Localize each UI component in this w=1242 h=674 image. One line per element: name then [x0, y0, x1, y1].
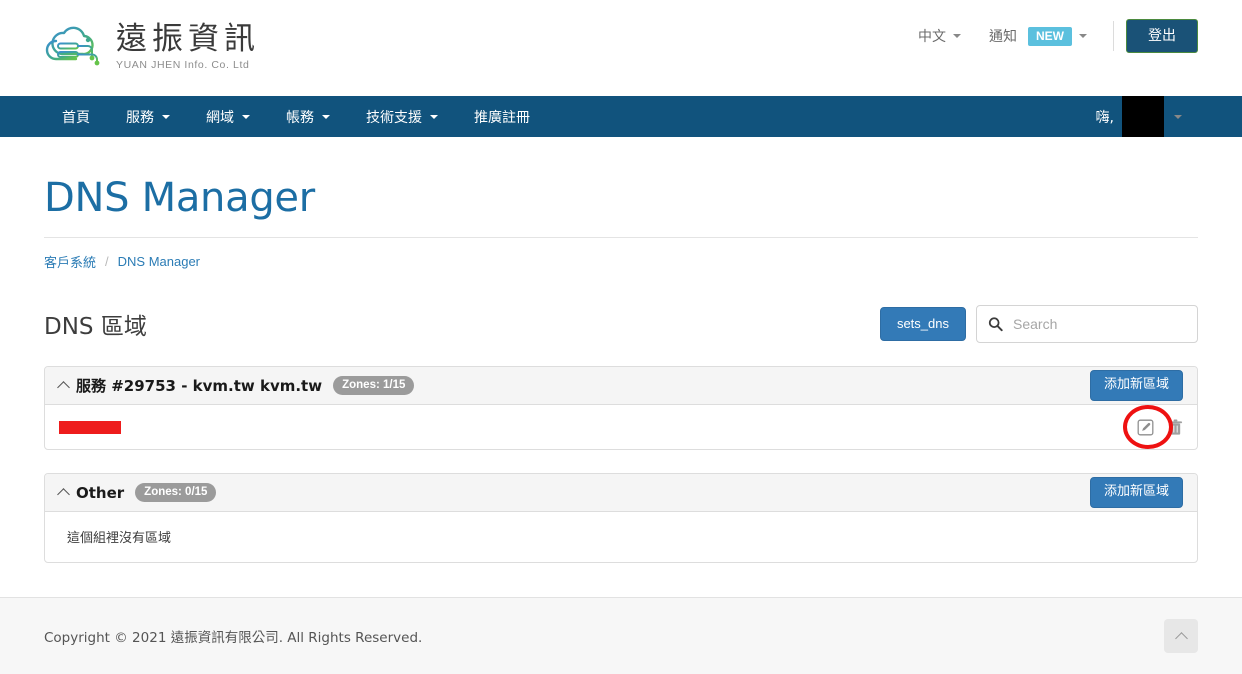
zone-group-panel: 服務 #29753 - kvm.tw kvm.tw Zones: 1/15 添加…	[44, 366, 1198, 450]
panel-header: 服務 #29753 - kvm.tw kvm.tw Zones: 1/15 添加…	[45, 367, 1197, 405]
chevron-up-icon	[57, 381, 70, 394]
notification-label: 通知	[989, 28, 1017, 44]
zone-row	[45, 405, 1197, 449]
nav-item-billing[interactable]: 帳務	[268, 96, 348, 137]
edit-zone-button[interactable]	[1137, 419, 1154, 436]
brand-name-cn: 遠振資訊	[116, 20, 260, 57]
breadcrumb-item-customer-system[interactable]: 客戶系統	[44, 252, 96, 271]
new-badge: NEW	[1028, 26, 1072, 46]
nav-label: 網域	[206, 109, 234, 126]
brand-logo-block[interactable]: 遠振資訊 YUAN JHEN Info. Co. Ltd	[44, 20, 260, 72]
delete-zone-button[interactable]	[1168, 418, 1183, 436]
username-redaction	[1122, 96, 1164, 137]
back-to-top-button[interactable]	[1164, 619, 1198, 653]
breadcrumb-separator: /	[105, 254, 109, 269]
language-selector[interactable]: 中文	[904, 26, 975, 46]
chevron-down-icon	[953, 34, 961, 38]
add-zone-button[interactable]: 添加新區域	[1089, 370, 1183, 401]
section-toolbar: sets_dns	[879, 305, 1198, 343]
navbar-items: 首頁 服務 網域 帳務 技術支援 推廣註冊	[44, 96, 548, 137]
nav-label: 推廣註冊	[474, 109, 530, 126]
site-footer: Copyright © 2021 遠振資訊有限公司. All Rights Re…	[0, 597, 1242, 674]
header-utility-nav: 中文 通知 NEW 登出	[904, 17, 1198, 55]
zone-count-badge: Zones: 1/15	[333, 375, 415, 396]
nav-item-support[interactable]: 技術支援	[348, 96, 456, 137]
nav-label: 首頁	[62, 109, 90, 126]
breadcrumb-item-dns-manager[interactable]: DNS Manager	[118, 254, 200, 269]
nav-item-home[interactable]: 首頁	[44, 96, 108, 137]
chevron-down-icon	[322, 114, 330, 119]
chevron-down-icon	[430, 114, 438, 119]
search-input[interactable]	[976, 305, 1198, 343]
panel-body: 這個組裡沒有區域	[45, 512, 1197, 562]
notifications-menu[interactable]: 通知 NEW	[975, 26, 1101, 46]
section-title: DNS 區域	[44, 314, 147, 340]
copyright-text: Copyright © 2021 遠振資訊有限公司. All Rights Re…	[44, 630, 423, 646]
chevron-up-icon	[57, 488, 70, 501]
add-zone-button[interactable]: 添加新區域	[1089, 477, 1183, 508]
panel-title: 服務 #29753 - kvm.tw kvm.tw	[76, 377, 323, 395]
language-label: 中文	[918, 28, 946, 44]
dns-zones-section-header: DNS 區域 sets_dns	[44, 305, 1198, 343]
user-greeting: 嗨,	[1095, 109, 1114, 126]
nav-item-services[interactable]: 服務	[108, 96, 188, 137]
brand-name-en: YUAN JHEN Info. Co. Ltd	[116, 58, 250, 71]
panel-body	[45, 405, 1197, 449]
sets-dns-button[interactable]: sets_dns	[879, 306, 966, 342]
site-header: 遠振資訊 YUAN JHEN Info. Co. Ltd 中文 通知 NEW 登…	[0, 0, 1242, 96]
chevron-up-icon	[1174, 631, 1188, 645]
page-title: DNS Manager	[44, 175, 315, 221]
header-divider	[1113, 21, 1114, 51]
chevron-down-icon	[1079, 34, 1087, 38]
main-navbar: 首頁 服務 網域 帳務 技術支援 推廣註冊 嗨,	[0, 96, 1242, 137]
zone-name-redaction[interactable]	[59, 420, 121, 434]
nav-label: 帳務	[286, 109, 314, 126]
trash-icon	[1168, 418, 1183, 435]
chevron-down-icon	[242, 114, 250, 119]
nav-item-affiliate[interactable]: 推廣註冊	[456, 96, 548, 137]
nav-item-domains[interactable]: 網域	[188, 96, 268, 137]
dns-manager-page: 遠振資訊 YUAN JHEN Info. Co. Ltd 中文 通知 NEW 登…	[0, 0, 1242, 674]
search-box	[976, 305, 1198, 343]
logout-button[interactable]: 登出	[1126, 19, 1198, 53]
panel-header: Other Zones: 0/15 添加新區域	[45, 474, 1197, 512]
panel-title: Other	[76, 483, 125, 502]
title-divider	[44, 237, 1198, 238]
edit-pencil-icon	[1137, 419, 1154, 435]
zone-count-badge: Zones: 0/15	[135, 482, 217, 503]
chevron-down-icon	[162, 114, 170, 119]
nav-label: 技術支援	[366, 109, 422, 126]
panel-collapse-toggle[interactable]: Other	[57, 483, 125, 502]
zone-row-actions	[1123, 405, 1183, 449]
breadcrumb: 客戶系統 / DNS Manager	[44, 252, 1198, 271]
user-account-menu[interactable]: 嗨,	[1080, 96, 1198, 137]
zone-group-panel-other: Other Zones: 0/15 添加新區域 這個組裡沒有區域	[44, 473, 1198, 563]
footer-inner: Copyright © 2021 遠振資訊有限公司. All Rights Re…	[44, 598, 1198, 674]
chevron-down-icon	[1174, 114, 1182, 119]
navbar-user-area: 嗨,	[1080, 96, 1198, 137]
nav-label: 服務	[126, 109, 154, 126]
main-content: DNS Manager 客戶系統 / DNS Manager DNS 區域 se…	[44, 175, 1198, 563]
cloud-network-logo-icon	[45, 26, 100, 66]
empty-zones-message: 這個組裡沒有區域	[67, 531, 172, 546]
panel-collapse-toggle[interactable]: 服務 #29753 - kvm.tw kvm.tw	[57, 375, 323, 396]
brand-text: 遠振資訊 YUAN JHEN Info. Co. Ltd	[116, 20, 260, 73]
